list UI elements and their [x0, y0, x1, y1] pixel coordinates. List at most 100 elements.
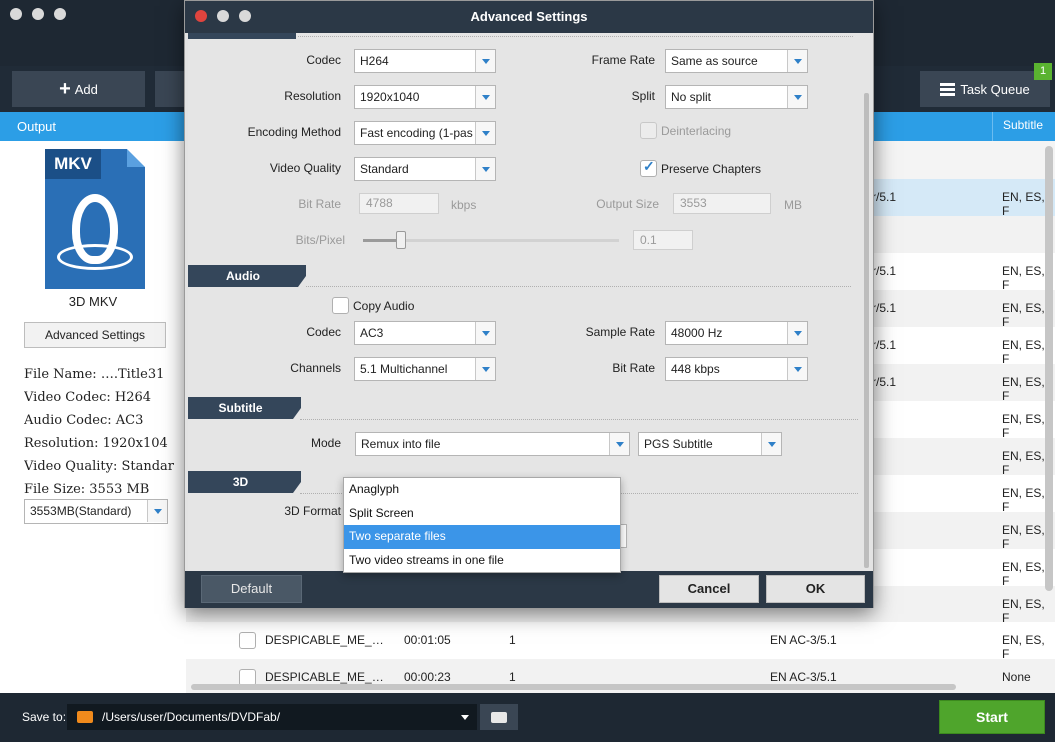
option-anaglyph[interactable]: Anaglyph — [344, 478, 620, 502]
title-row[interactable]: DESPICABLE_ME_… 00:00:23 1 EN AC-3/5.1 None — [186, 659, 1055, 696]
frame-rate-select[interactable]: Same as source — [665, 49, 808, 73]
column-divider — [992, 112, 993, 141]
chevron-down-icon — [761, 433, 781, 455]
deinterlacing-checkbox[interactable] — [640, 122, 657, 139]
zoom-window-button[interactable] — [54, 8, 66, 20]
dialog-scrollbar[interactable] — [864, 93, 869, 568]
info-audio-codec: Audio Codec: AC3 — [24, 413, 144, 428]
audio-bit-rate-select[interactable]: 448 kbps — [665, 357, 808, 381]
video-quality-select[interactable]: Standard — [354, 157, 496, 181]
option-two-separate-files[interactable]: Two separate files — [344, 525, 620, 549]
title-checkbox[interactable] — [239, 632, 256, 649]
save-path-select[interactable]: /Users/user/Documents/DVDFab/ — [67, 704, 477, 730]
start-button[interactable]: Start — [939, 700, 1045, 734]
subtitle-section-header: Subtitle — [188, 397, 301, 419]
audio-bit-rate-label: Bit Rate — [612, 361, 655, 375]
list-icon — [940, 82, 956, 96]
sample-rate-value: 48000 Hz — [671, 326, 723, 340]
subtitle-column-header: Subtitle — [1003, 118, 1044, 132]
output-size-label: Output Size — [596, 197, 659, 211]
save-path-value: /Users/user/Documents/DVDFab/ — [102, 710, 281, 724]
encoding-method-select[interactable]: Fast encoding (1-pas — [354, 121, 496, 145]
option-split-screen[interactable]: Split Screen — [344, 502, 620, 526]
info-file-size: File Size: 3553 MB — [24, 482, 150, 497]
queue-count-badge: 1 — [1034, 63, 1052, 80]
toolbar-button-2[interactable] — [155, 71, 185, 107]
add-button[interactable]: + Add — [12, 71, 145, 107]
title-row[interactable]: DESPICABLE_ME_… 00:01:05 1 EN AC-3/5.1 EN, E… — [186, 622, 1055, 661]
title-subs-cell: EN, ES, F — [1002, 633, 1045, 661]
bit-rate-input[interactable]: 4788 — [359, 193, 439, 214]
encoding-method-label: Encoding Method — [247, 125, 341, 139]
frame-rate-label: Frame Rate — [591, 53, 655, 67]
audio-codec-select[interactable]: AC3 — [354, 321, 496, 345]
chevron-down-icon — [787, 322, 807, 344]
mkv-file-icon: MKV — [45, 149, 145, 289]
cancel-button[interactable]: Cancel — [659, 575, 759, 603]
title-duration-cell: 00:00:23 — [404, 670, 451, 684]
video-quality-value: Standard — [360, 162, 409, 176]
video-section-header — [188, 33, 296, 39]
subtitle-type-value: PGS Subtitle — [644, 437, 713, 451]
channels-label: Channels — [290, 361, 341, 375]
chevron-down-icon — [609, 433, 629, 455]
profile-panel: MKV 3D MKV Advanced Settings File Name: … — [0, 141, 186, 693]
subtitle-cell: EN, ES, F — [1002, 597, 1045, 625]
3d-section-header: 3D — [188, 471, 301, 493]
chevron-down-icon — [475, 86, 495, 108]
vertical-scrollbar[interactable] — [1045, 146, 1053, 591]
chevron-down-icon — [475, 50, 495, 72]
encoding-method-value: Fast encoding (1-pas — [360, 126, 473, 140]
sample-rate-select[interactable]: 48000 Hz — [665, 321, 808, 345]
output-size-input[interactable]: 3553 — [673, 193, 771, 214]
save-to-label: Save to: — [22, 710, 67, 724]
size-select[interactable]: 3553MB(Standard) — [24, 499, 168, 524]
title-audio-cell: EN AC-3/5.1 — [770, 670, 837, 684]
bits-per-pixel-slider[interactable] — [396, 231, 407, 249]
dialog-minimize-button[interactable] — [217, 10, 229, 22]
split-value: No split — [671, 90, 712, 104]
browse-folder-button[interactable] — [480, 704, 518, 730]
horizontal-scrollbar[interactable] — [191, 684, 956, 690]
default-button[interactable]: Default — [201, 575, 302, 603]
minimize-window-button[interactable] — [32, 8, 44, 20]
ok-button[interactable]: OK — [766, 575, 865, 603]
folder-icon — [77, 711, 93, 723]
chevron-down-icon — [147, 500, 167, 522]
subtitle-type-select[interactable]: PGS Subtitle — [638, 432, 782, 456]
separator — [306, 286, 851, 287]
split-select[interactable]: No split — [665, 85, 808, 109]
dialog-zoom-button[interactable] — [239, 10, 251, 22]
add-button-label: Add — [74, 81, 98, 97]
title-subs-cell: None — [1002, 670, 1031, 684]
title-name-cell: DESPICABLE_ME_… — [265, 633, 384, 647]
title-chapters-cell: 1 — [509, 633, 516, 647]
preserve-chapters-checkbox[interactable]: ✓ — [640, 158, 657, 177]
copy-audio-checkbox[interactable] — [332, 297, 349, 314]
info-file-name: File Name: ….Title31 — [24, 367, 165, 382]
option-two-video-streams[interactable]: Two video streams in one file — [344, 549, 620, 573]
dialog-close-button[interactable] — [195, 10, 207, 22]
audio-cell: r/5.1 — [872, 264, 897, 278]
resolution-select[interactable]: 1920x1040 — [354, 85, 496, 109]
format-badge: MKV — [45, 149, 101, 179]
split-label: Split — [631, 89, 655, 103]
advanced-settings-button[interactable]: Advanced Settings — [24, 322, 166, 348]
plus-icon: + — [59, 77, 71, 100]
video-codec-select[interactable]: H264 — [354, 49, 496, 73]
dialog-titlebar: Advanced Settings — [185, 1, 873, 33]
subtitle-mode-select[interactable]: Remux into file — [355, 432, 630, 456]
output-size-unit: MB — [784, 198, 802, 212]
channels-select[interactable]: 5.1 Multichannel — [354, 357, 496, 381]
video-codec-value: H264 — [360, 54, 389, 68]
separator — [298, 36, 853, 37]
3d-format-dropdown: Anaglyph Split Screen Two separate files… — [343, 477, 621, 573]
task-queue-button[interactable]: Task Queue — [920, 71, 1050, 107]
bits-per-pixel-input[interactable]: 0.1 — [633, 230, 693, 250]
copy-audio-label: Copy Audio — [353, 299, 415, 313]
close-window-button[interactable] — [10, 8, 22, 20]
audio-bit-rate-value: 448 kbps — [671, 362, 720, 376]
audio-codec-label: Codec — [306, 325, 341, 339]
audio-codec-value: AC3 — [360, 326, 384, 340]
chevron-down-icon — [461, 715, 469, 720]
